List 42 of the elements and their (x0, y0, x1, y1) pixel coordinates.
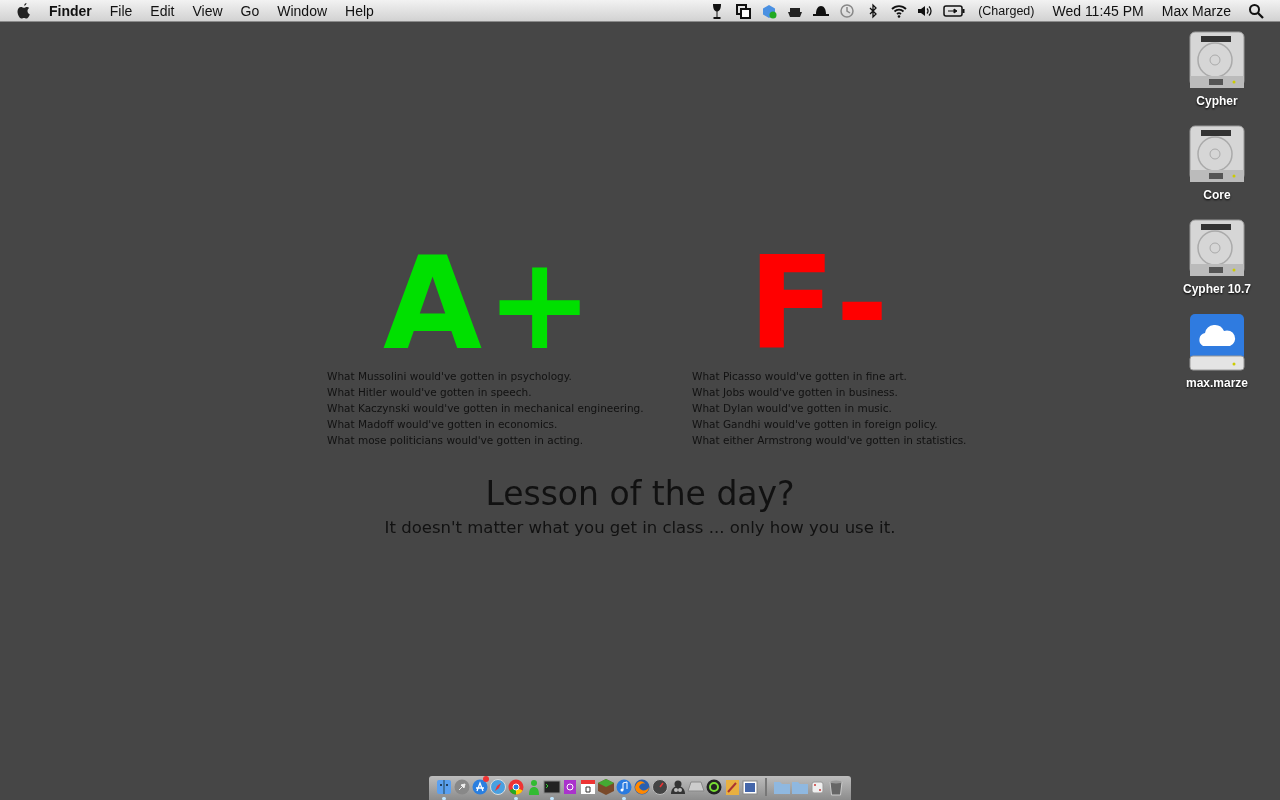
menu-clock[interactable]: Wed 11:45 PM (1043, 0, 1153, 22)
photo-frame-icon[interactable] (741, 778, 759, 796)
box-icon[interactable] (761, 2, 778, 19)
menu-item[interactable]: Go (231, 0, 269, 22)
icon-label[interactable]: Cypher (1196, 92, 1238, 110)
user-menu[interactable]: Max Marze (1152, 0, 1240, 22)
hard-drive-icon[interactable] (1187, 30, 1247, 90)
menu-item[interactable]: File (100, 0, 142, 22)
grass-block-icon[interactable] (597, 778, 615, 796)
icon-label[interactable]: Cypher 10.7 (1182, 280, 1251, 298)
dice-icon[interactable] (809, 778, 827, 796)
calendar-icon[interactable] (579, 778, 597, 796)
finder-face-icon[interactable] (435, 778, 453, 796)
battery-status[interactable]: (Charged) (969, 0, 1044, 22)
hard-drive-icon[interactable] (1187, 124, 1247, 184)
trash-can-icon[interactable] (827, 778, 845, 796)
gear-icon[interactable] (705, 778, 723, 796)
gauge-icon[interactable] (651, 778, 669, 796)
document-icon[interactable] (561, 778, 579, 796)
compass-icon[interactable] (489, 778, 507, 796)
battery-icon[interactable] (943, 4, 966, 17)
menu-item[interactable]: Edit (141, 0, 184, 22)
grade-text: A+ (383, 240, 599, 368)
icon-label[interactable]: max.marze (1185, 374, 1248, 392)
menu-item[interactable]: Window (268, 0, 337, 22)
overlapping-windows-icon[interactable] (735, 2, 752, 19)
terminal-icon[interactable] (543, 778, 561, 796)
cloud-drive-icon[interactable] (1187, 312, 1247, 372)
hard-drive-icon[interactable] (1187, 218, 1247, 278)
apple-logo-icon[interactable] (16, 1, 32, 20)
menu-item[interactable]: View (183, 0, 232, 22)
grade-text: F- (748, 240, 893, 368)
wifi-icon[interactable] (891, 2, 908, 19)
chrome-logo-icon[interactable] (507, 778, 525, 796)
app-menu[interactable]: Finder (40, 0, 101, 22)
music-note-icon[interactable] (615, 778, 633, 796)
rocket-icon[interactable] (453, 778, 471, 796)
menu-item[interactable]: Help (336, 0, 383, 22)
search-icon[interactable] (1248, 2, 1264, 19)
icon-label[interactable]: Core (1203, 186, 1231, 204)
clock-icon[interactable] (839, 2, 856, 19)
app-store-icon[interactable] (471, 778, 489, 796)
